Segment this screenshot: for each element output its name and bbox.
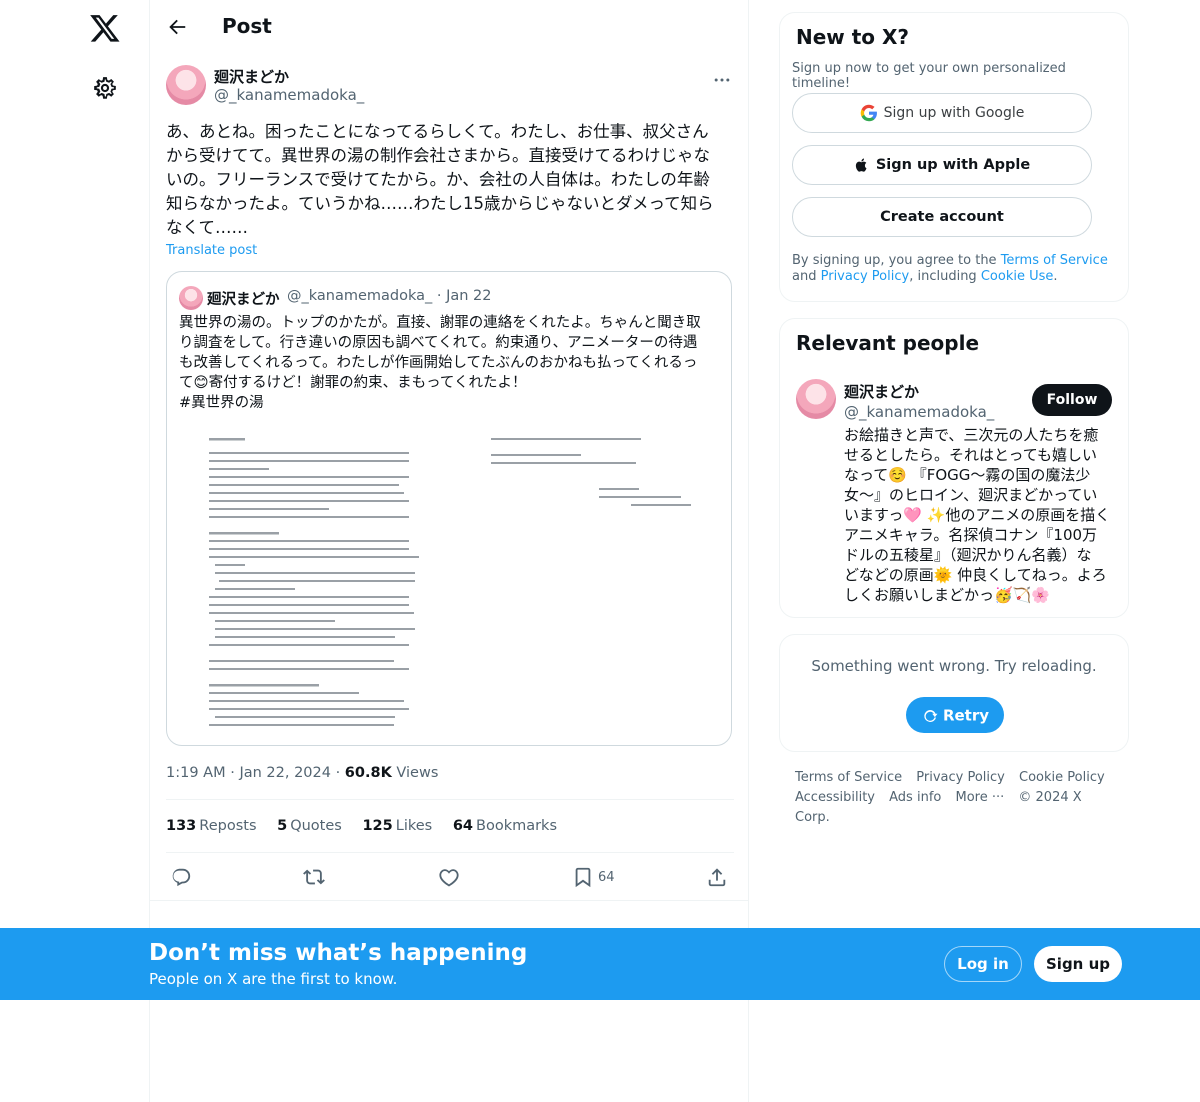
divider — [166, 852, 734, 853]
quoted-post[interactable]: 廻沢まどか @_kanamemadoka_ · Jan 22 異世界の湯の。トッ… — [166, 271, 732, 746]
likes-stat[interactable]: 125 Likes — [362, 818, 432, 834]
retry-label: Retry — [942, 706, 990, 725]
quoted-author-handle: @_kanamemadoka_ — [287, 288, 433, 304]
post-time[interactable]: 1:19 AM — [166, 765, 226, 781]
divider — [150, 900, 748, 901]
reposts-label: Reposts — [199, 818, 257, 834]
divider — [166, 799, 734, 800]
quoted-post-text: 異世界の湯の。トップのかたが。直接、謝罪の連絡をくれたよ。ちゃんと聞き取 り調査… — [179, 315, 701, 411]
post-actions: 64 — [166, 864, 734, 892]
post-date[interactable]: Jan 22, 2024 — [239, 765, 331, 781]
views-label: Views — [396, 765, 439, 781]
legal-and: and — [792, 269, 817, 284]
footer-accessibility[interactable]: Accessibility — [795, 790, 875, 805]
bookmarks-stat[interactable]: 64 Bookmarks — [453, 818, 557, 834]
post-header: Post — [150, 0, 748, 54]
x-logo-icon[interactable] — [89, 12, 121, 44]
relevant-people-card: Relevant people 廻沢まどか @_kanamemadoka_ Fo… — [779, 318, 1129, 618]
quoted-avatar — [179, 286, 203, 310]
follow-button[interactable]: Follow — [1032, 384, 1112, 416]
avatar[interactable] — [796, 379, 836, 419]
quoted-author-meta: @_kanamemadoka_ · Jan 22 — [287, 288, 492, 304]
signup-card-title: New to X? — [796, 25, 910, 49]
cookie-link[interactable]: Cookie Use — [981, 269, 1054, 284]
retry-button[interactable]: Retry — [906, 697, 1004, 733]
post-timestamp: 1:19 AM · Jan 22, 2024 · 60.8K Views — [166, 765, 439, 781]
footer-ads[interactable]: Ads info — [889, 790, 941, 805]
post-author: 廻沢まどか @_kanamemadoka_ — [166, 64, 734, 108]
footer-terms[interactable]: Terms of Service — [795, 770, 902, 785]
bookmarks-label: Bookmarks — [476, 818, 558, 834]
avatar[interactable] — [166, 65, 206, 105]
quotes-count: 5 — [277, 818, 288, 834]
banner-subtitle: People on X are the first to know. — [149, 970, 398, 988]
footer-links: Terms of Service Privacy Policy Cookie P… — [795, 768, 1115, 828]
footer-cookie[interactable]: Cookie Policy — [1019, 770, 1105, 785]
quoted-post-date: Jan 22 — [446, 288, 492, 304]
refresh-icon — [924, 709, 938, 722]
reposts-stat[interactable]: 133 Reposts — [166, 818, 257, 834]
relevant-people-title: Relevant people — [796, 331, 980, 355]
signup-button[interactable]: Sign up — [1034, 946, 1122, 982]
bookmark-action-count: 64 — [598, 870, 615, 885]
relevant-person-bio: お絵描きと声で、三次元の人たちを癒 せるとしたら。それはとっても嬉しい なって☺… — [844, 426, 1111, 604]
like-icon[interactable] — [438, 866, 460, 888]
more-icon[interactable] — [712, 70, 732, 90]
bookmark-icon[interactable] — [572, 866, 594, 888]
signup-google-label: Sign up with Google — [883, 105, 1025, 121]
footer-privacy[interactable]: Privacy Policy — [916, 770, 1005, 785]
quoted-post-header: 廻沢まどか @_kanamemadoka_ · Jan 22 — [179, 286, 719, 310]
views-count: 60.8K — [344, 765, 392, 781]
apple-icon — [855, 158, 867, 172]
signup-card-subtitle: Sign up now to get your own personalized… — [792, 61, 1066, 91]
signup-apple-button[interactable]: Sign up with Apple — [792, 145, 1092, 185]
post-text: あ、あとね。困ったことになってるらしくて。わたし、お仕事、叔父さん から受けてて… — [166, 122, 714, 237]
quoted-author-name: 廻沢まどか — [207, 292, 280, 308]
engagement-stats: 133 Reposts 5 Quotes 125 Likes 64 Bookmarks — [166, 818, 573, 834]
reply-icon[interactable] — [170, 866, 192, 888]
banner-title: Don’t miss what’s happening — [149, 940, 528, 966]
translate-post-link[interactable]: Translate post — [166, 243, 257, 258]
terms-link[interactable]: Terms of Service — [1001, 253, 1108, 268]
signup-banner: Don’t miss what’s happening People on X … — [0, 928, 1200, 1000]
repost-icon[interactable] — [303, 866, 325, 888]
quotes-stat[interactable]: 5 Quotes — [277, 818, 342, 834]
relevant-person-handle[interactable]: @_kanamemadoka_ — [844, 403, 994, 421]
quoted-document-image[interactable] — [179, 422, 719, 734]
reposts-count: 133 — [166, 818, 197, 834]
page-title: Post — [222, 14, 272, 38]
error-card: Something went wrong. Try reloading. Ret… — [779, 634, 1129, 752]
google-icon — [860, 104, 877, 122]
signup-google-button[interactable]: Sign up with Google — [792, 93, 1092, 133]
back-arrow-icon[interactable] — [166, 16, 188, 38]
signup-apple-label: Sign up with Apple — [875, 157, 1031, 173]
share-icon[interactable] — [706, 866, 728, 888]
relevant-person-name[interactable]: 廻沢まどか — [844, 381, 919, 402]
footer-more[interactable]: More ··· — [955, 790, 1004, 805]
likes-label: Likes — [395, 818, 433, 834]
signup-card: New to X? Sign up now to get your own pe… — [779, 12, 1129, 302]
legal-prefix: By signing up, you agree to the — [792, 253, 1001, 268]
author-handle[interactable]: @_kanamemadoka_ — [214, 86, 364, 104]
signup-legal-text: By signing up, you agree to the Terms of… — [792, 253, 1112, 285]
privacy-link[interactable]: Privacy Policy — [821, 269, 910, 284]
create-account-button[interactable]: Create account — [792, 197, 1092, 237]
error-message: Something went wrong. Try reloading. — [811, 657, 1097, 675]
legal-including: , including — [909, 269, 981, 284]
author-name[interactable]: 廻沢まどか — [214, 66, 289, 87]
gear-icon[interactable] — [92, 75, 118, 101]
login-button[interactable]: Log in — [944, 946, 1022, 982]
quotes-label: Quotes — [290, 818, 342, 834]
legal-end: . — [1053, 269, 1058, 284]
likes-count: 125 — [362, 818, 393, 834]
bookmarks-count: 64 — [452, 818, 473, 834]
